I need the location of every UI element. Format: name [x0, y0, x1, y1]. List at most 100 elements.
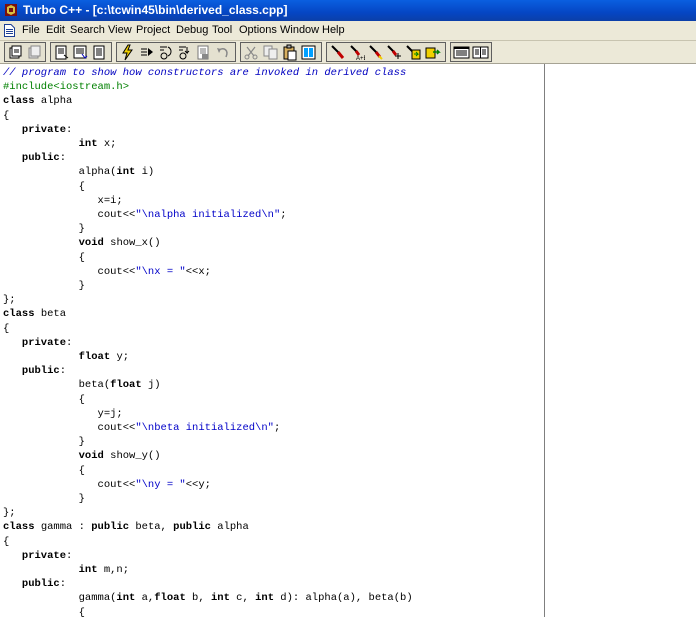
menu-view[interactable]: View: [108, 24, 132, 37]
code-token: x;: [97, 138, 117, 150]
code-line[interactable]: cout<<"\nbeta initialized\n";: [3, 421, 281, 435]
toolbar-group-edit: [240, 42, 322, 62]
open-project-icon[interactable]: [7, 44, 24, 61]
code-line[interactable]: cout<<"\nx = "<<x;: [3, 265, 211, 279]
code-line[interactable]: {: [3, 180, 85, 194]
undo-icon[interactable]: [214, 44, 231, 61]
message-export-icon[interactable]: [424, 44, 441, 61]
code-line[interactable]: {: [3, 251, 85, 265]
code-line[interactable]: float y;: [3, 350, 129, 364]
code-line[interactable]: private:: [3, 123, 72, 137]
code-token: cout<<: [3, 422, 136, 434]
code-line[interactable]: int x;: [3, 137, 117, 151]
code-line[interactable]: {: [3, 109, 9, 123]
step-over-icon[interactable]: [157, 44, 174, 61]
menu-help[interactable]: Help: [322, 24, 345, 37]
code-token: {: [3, 535, 10, 548]
save-file-icon[interactable]: [72, 44, 89, 61]
menu-file[interactable]: File: [22, 24, 40, 37]
open-file-icon[interactable]: [53, 44, 70, 61]
toolbar-group-debug: [116, 42, 236, 62]
code-line[interactable]: private:: [3, 549, 72, 563]
code-line[interactable]: cout<<"\nalpha initialized\n";: [3, 208, 287, 222]
menu-debug[interactable]: Debug: [176, 24, 208, 37]
code-line[interactable]: gamma(int a,float b, int c, int d): alph…: [3, 591, 413, 605]
run-icon[interactable]: [138, 44, 155, 61]
menu-tool[interactable]: Tool: [212, 24, 232, 37]
code-line[interactable]: #include<iostream.h>: [3, 80, 129, 94]
code-line[interactable]: cout<<"\ny = "<<y;: [3, 478, 211, 492]
turbo-cpp-app-icon[interactable]: [4, 3, 18, 17]
goto-icon[interactable]: [367, 44, 384, 61]
code-token: {: [3, 322, 10, 335]
code-token: beta(: [3, 379, 111, 392]
code-token: int: [78, 564, 98, 576]
code-token: y=j;: [3, 407, 123, 420]
code-line[interactable]: class gamma : public beta, public alpha: [3, 520, 249, 534]
trace-into-icon[interactable]: [176, 44, 193, 61]
window-tile-icon[interactable]: [453, 44, 470, 61]
code-token: <<x;: [185, 265, 211, 278]
code-line[interactable]: public:: [3, 577, 66, 591]
code-token: cout<<: [3, 209, 136, 221]
code-line[interactable]: // program to show how constructors are …: [3, 66, 406, 80]
document-icon[interactable]: [4, 24, 15, 37]
code-line[interactable]: {: [3, 606, 85, 617]
code-line[interactable]: x=i;: [3, 194, 123, 208]
code-token: "\nalpha initialized\n": [135, 209, 281, 221]
code-line[interactable]: {: [3, 393, 85, 407]
code-token: class: [3, 308, 35, 321]
code-line[interactable]: public:: [3, 364, 66, 378]
code-token: }: [3, 493, 85, 505]
code-token: class: [3, 95, 35, 108]
menu-edit[interactable]: Edit: [46, 24, 65, 37]
previous-message-icon[interactable]: [386, 44, 403, 61]
search-again-icon[interactable]: A+B: [348, 44, 365, 61]
window-cascade-icon[interactable]: [472, 44, 489, 61]
code-token: public: [21, 365, 60, 378]
search-icon[interactable]: [300, 44, 317, 61]
code-line[interactable]: }: [3, 279, 85, 293]
replace-icon[interactable]: [329, 44, 346, 61]
code-token: :: [59, 152, 67, 165]
menu-options[interactable]: Options: [239, 24, 277, 37]
code-line[interactable]: {: [3, 464, 85, 478]
code-line[interactable]: }: [3, 435, 85, 449]
menu-search[interactable]: Search: [70, 24, 105, 37]
code-line[interactable]: {: [3, 535, 9, 549]
svg-text:A+B: A+B: [356, 56, 365, 61]
code-line[interactable]: void show_x(): [3, 236, 161, 250]
code-line[interactable]: {: [3, 322, 9, 336]
code-line[interactable]: private:: [3, 336, 72, 350]
code-line[interactable]: y=j;: [3, 407, 123, 421]
cut-icon[interactable]: [243, 44, 260, 61]
close-project-icon[interactable]: [26, 44, 43, 61]
code-token: // program to show how constructors are …: [3, 67, 407, 79]
code-line[interactable]: alpha(int i): [3, 165, 155, 179]
toggle-breakpoint-icon[interactable]: [195, 44, 212, 61]
make-icon[interactable]: [119, 44, 136, 61]
code-line[interactable]: public:: [3, 151, 66, 165]
code-line[interactable]: class beta: [3, 307, 66, 321]
new-file-icon[interactable]: [91, 44, 108, 61]
paste-icon[interactable]: [281, 44, 298, 61]
copy-icon[interactable]: [262, 44, 279, 61]
code-line[interactable]: void show_y(): [3, 449, 161, 463]
code-line[interactable]: }: [3, 492, 85, 506]
code-token: }: [3, 436, 85, 449]
code-line[interactable]: class alpha: [3, 94, 72, 108]
code-token: public: [21, 152, 60, 165]
code-line[interactable]: };: [3, 293, 16, 307]
menu-project[interactable]: Project: [136, 24, 170, 37]
code-line[interactable]: }: [3, 222, 85, 236]
code-token: {: [3, 606, 85, 617]
next-message-icon[interactable]: [405, 44, 422, 61]
code-line[interactable]: int m,n;: [3, 563, 129, 577]
menu-window[interactable]: Window: [280, 24, 319, 37]
code-token: public: [173, 521, 211, 534]
code-line[interactable]: };: [3, 506, 16, 520]
code-line[interactable]: beta(float j): [3, 378, 161, 392]
code-token: ;: [280, 209, 287, 221]
code-editor[interactable]: // program to show how constructors are …: [0, 64, 545, 617]
